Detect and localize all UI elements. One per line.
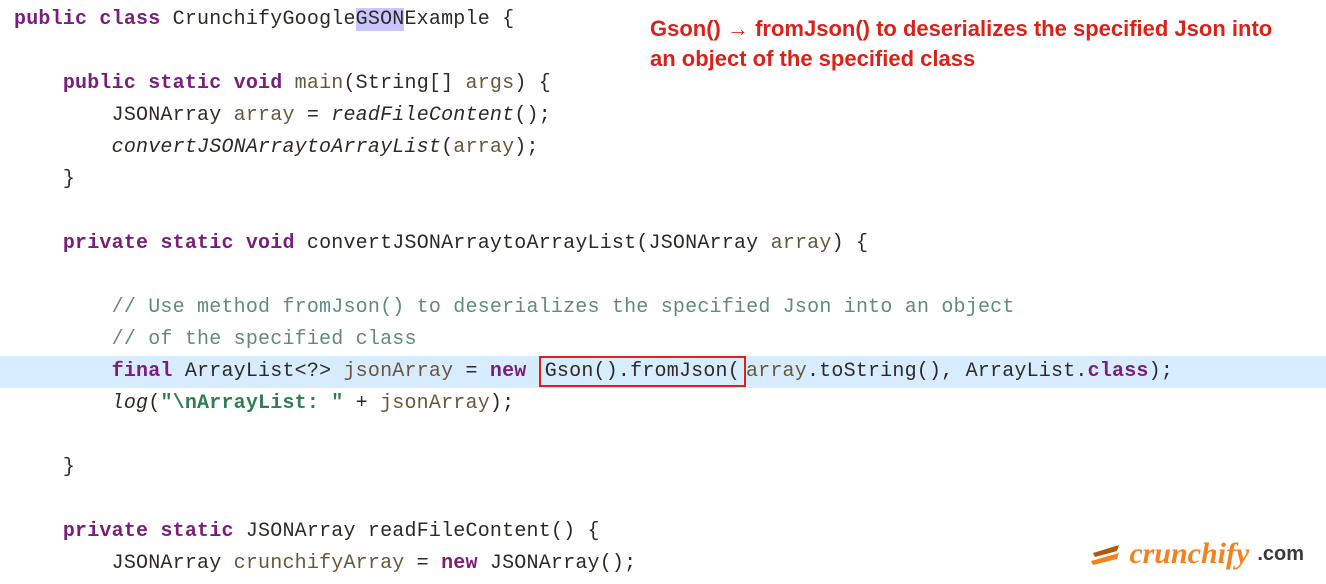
code-token: main	[295, 72, 344, 95]
code-token: (String[]	[343, 72, 465, 95]
code-token: () {	[551, 520, 600, 543]
highlight-gson: GSON	[356, 8, 405, 31]
code-token: class	[99, 8, 160, 31]
logo-tld: .com	[1257, 538, 1304, 570]
code-token: JSONArray	[234, 520, 368, 543]
code-token: );	[1149, 360, 1173, 383]
code-token: private	[63, 520, 148, 543]
code-string: "\nArrayList: "	[160, 392, 343, 415]
logo-brand: crunchify	[1129, 538, 1249, 570]
code-token: }	[63, 168, 75, 191]
code-token: log	[112, 392, 149, 415]
code-token: readFileContent	[331, 104, 514, 127]
code-token: public	[14, 8, 87, 31]
code-comment: // of the specified class	[112, 328, 417, 351]
code-token: );	[514, 136, 538, 159]
code-token: public	[63, 72, 136, 95]
code-token: =	[404, 552, 441, 575]
annotation-text: Gson() → fromJson() to deserializes the …	[650, 14, 1290, 74]
code-token: Example {	[404, 8, 514, 31]
code-token: (JSONArray	[636, 232, 770, 255]
crunchify-logo: crunchify.com	[1089, 538, 1304, 570]
code-token: convertJSONArraytoArrayList	[112, 136, 441, 159]
code-token: array	[453, 136, 514, 159]
code-token: array	[771, 232, 832, 255]
code-token: JSONArray();	[478, 552, 637, 575]
code-token: =	[295, 104, 332, 127]
code-token: array	[234, 104, 295, 127]
code-token: ) {	[832, 232, 869, 255]
code-token: );	[490, 392, 514, 415]
code-token: convertJSONArraytoArrayList	[307, 232, 636, 255]
code-token: CrunchifyGoogle	[173, 8, 356, 31]
code-token: }	[63, 456, 75, 479]
code-token: static	[148, 72, 221, 95]
code-comment: // Use method fromJson() to deserializes…	[112, 296, 1015, 319]
code-token: args	[466, 72, 515, 95]
code-token: jsonArray	[343, 360, 453, 383]
code-token: .toString(), ArrayList.	[807, 360, 1088, 383]
code-token: (	[441, 136, 453, 159]
code-token: crunchifyArray	[234, 552, 405, 575]
code-token: =	[453, 360, 490, 383]
code-token: private	[63, 232, 148, 255]
highlighted-line: final ArrayList<?> jsonArray = new Gson(…	[0, 356, 1326, 388]
code-token: new	[490, 360, 527, 383]
code-block: public class CrunchifyGoogleGSONExample …	[0, 0, 1326, 584]
code-token: ) {	[514, 72, 551, 95]
boxed-gson-fromjson: Gson().fromJson(	[539, 356, 746, 387]
code-token: void	[234, 72, 283, 95]
code-token: jsonArray	[380, 392, 490, 415]
code-token: void	[246, 232, 295, 255]
code-token: new	[441, 552, 478, 575]
code-token: static	[160, 520, 233, 543]
crunchify-icon	[1089, 539, 1123, 569]
code-token: JSONArray	[112, 104, 234, 127]
code-token: static	[160, 232, 233, 255]
code-token: class	[1088, 360, 1149, 383]
code-token: +	[343, 392, 380, 415]
code-token: final	[112, 360, 173, 383]
code-token: readFileContent	[368, 520, 551, 543]
code-token	[527, 360, 539, 383]
code-token: array	[746, 360, 807, 383]
code-token: JSONArray	[112, 552, 234, 575]
code-token: ArrayList<?>	[173, 360, 344, 383]
code-token: (	[148, 392, 160, 415]
code-token: ();	[514, 104, 551, 127]
